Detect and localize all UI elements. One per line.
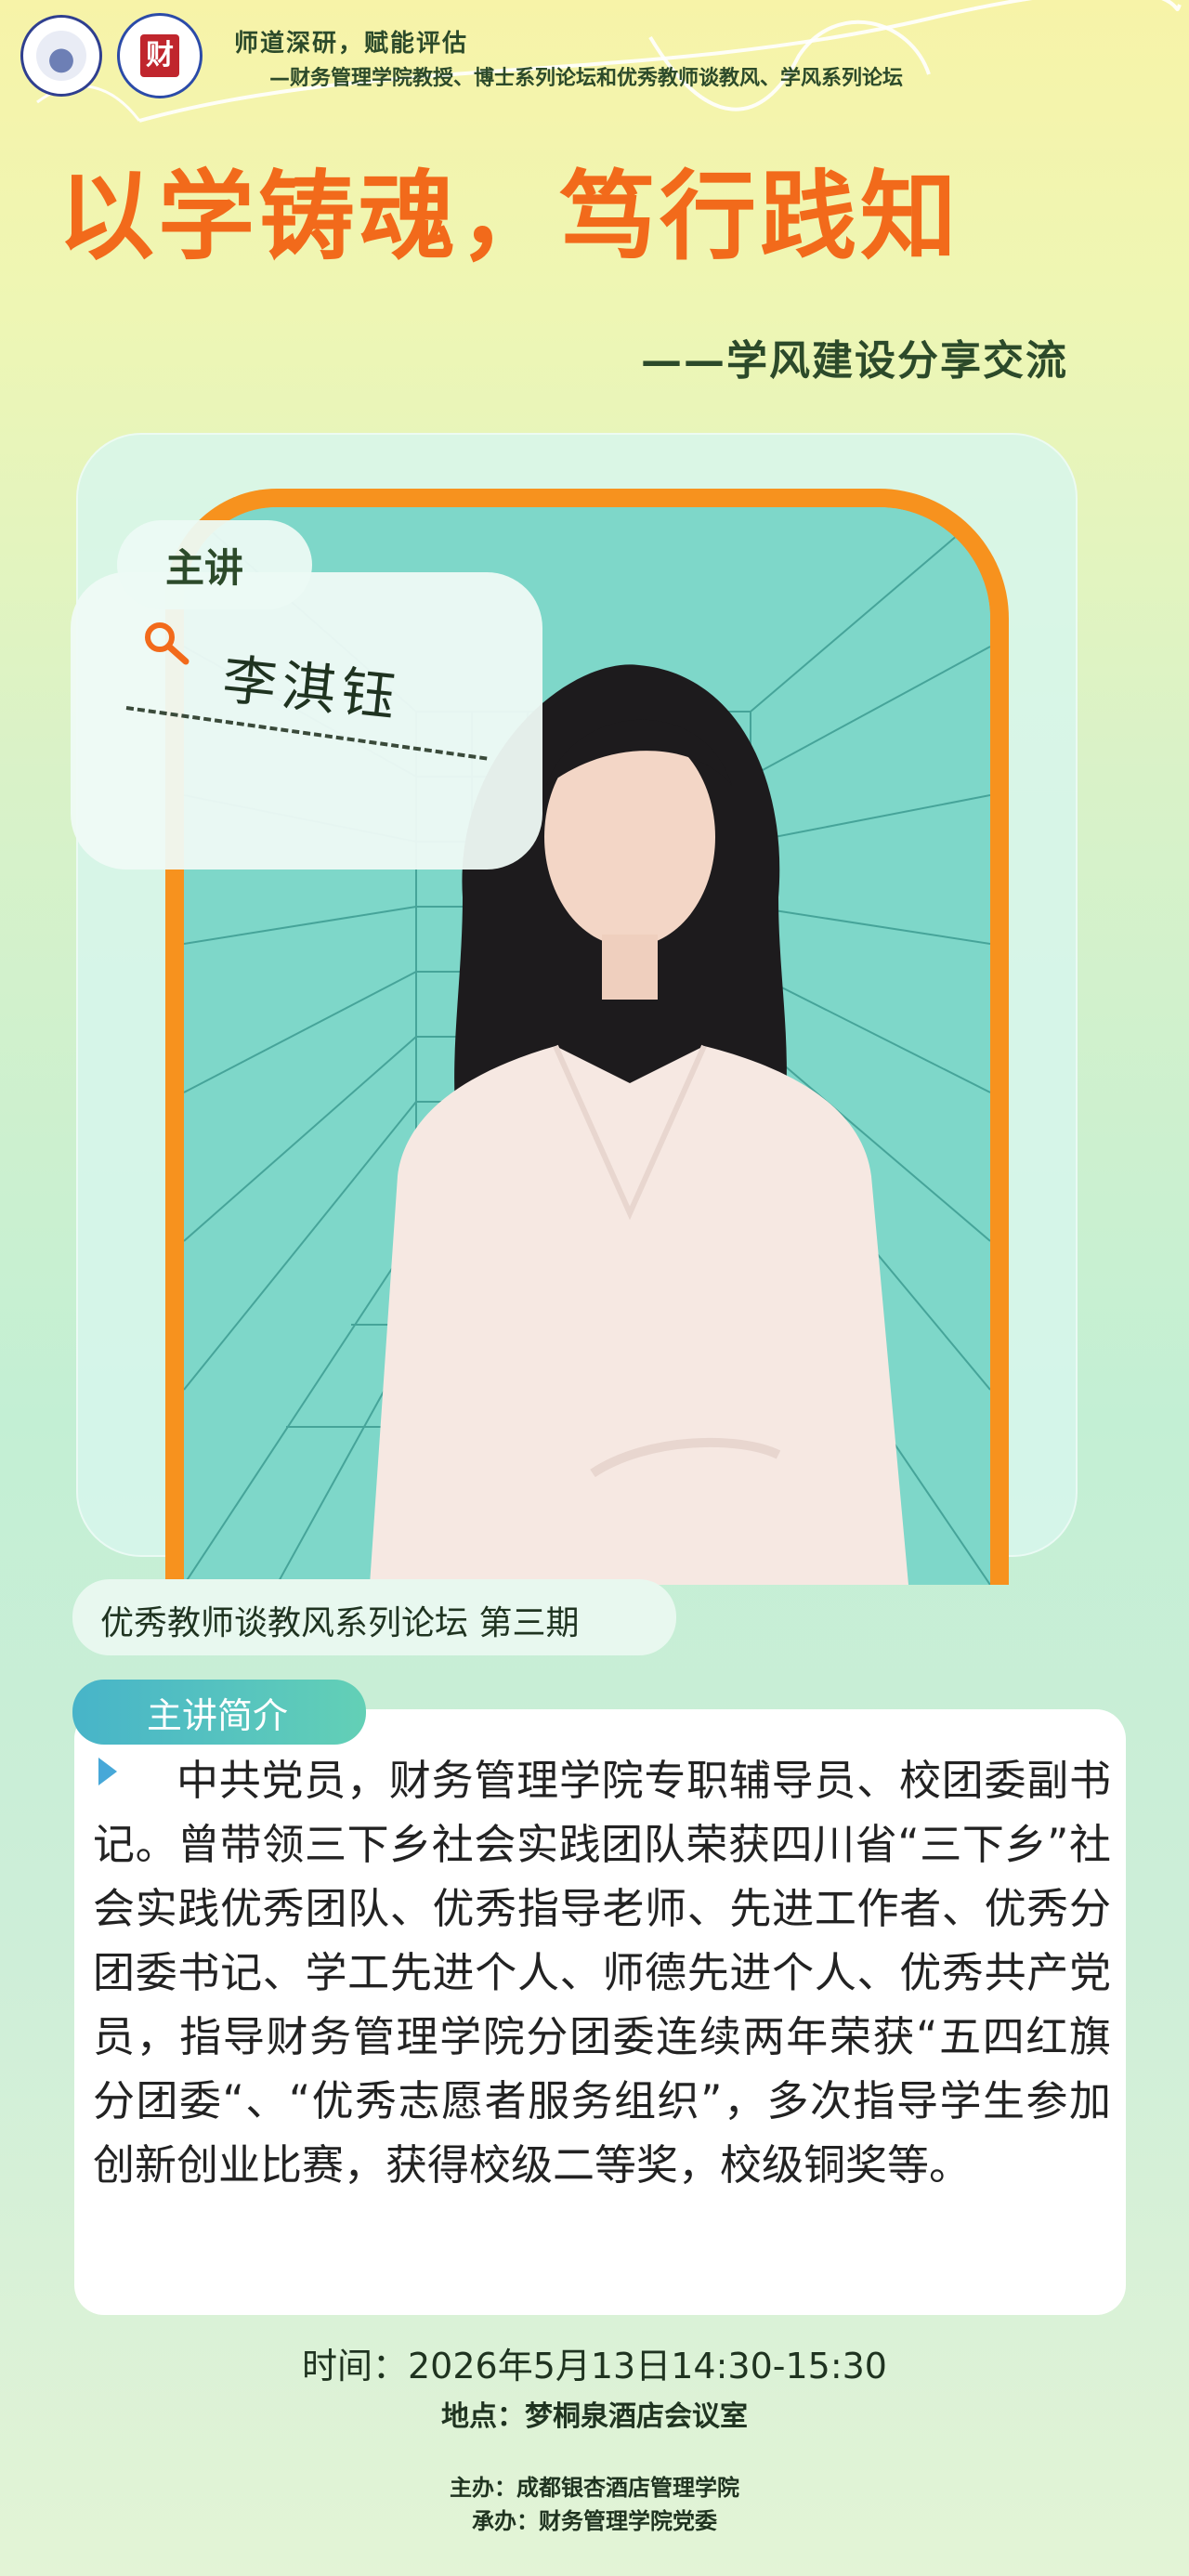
header-subline: —财务管理学院教授、博士系列论坛和优秀教师谈教风、学风系列论坛 xyxy=(269,67,904,90)
search-icon xyxy=(145,622,189,665)
header-slogan: 师道深研，赋能评估 xyxy=(234,30,469,58)
finance-school-logo: 财 xyxy=(117,13,203,98)
subtitle: ——学风建设分享交流 xyxy=(641,337,1068,385)
logo2-char: 财 xyxy=(140,34,179,77)
event-time: 时间：2026年5月13日14:30-15:30 xyxy=(302,2346,887,2386)
event-undertake: 承办：财务管理学院党委 xyxy=(472,2508,717,2534)
main-title: 以学铸魂，笃行践知 xyxy=(58,163,961,271)
intro-label: 主讲简介 xyxy=(147,1695,289,1736)
event-place: 地点：梦桐泉酒店会议室 xyxy=(441,2400,748,2433)
series-title: 优秀教师谈教风系列论坛 第三期 xyxy=(100,1604,580,1642)
event-host: 主办：成都银杏酒店管理学院 xyxy=(450,2475,739,2501)
university-logo xyxy=(20,15,102,97)
bio-text: 中共党员，财务管理学院专职辅导员、校团委副书记。曾带领三下乡社会实践团队荣获四川… xyxy=(93,1756,1111,2190)
speaker-tag-label: 主讲 xyxy=(165,545,244,591)
